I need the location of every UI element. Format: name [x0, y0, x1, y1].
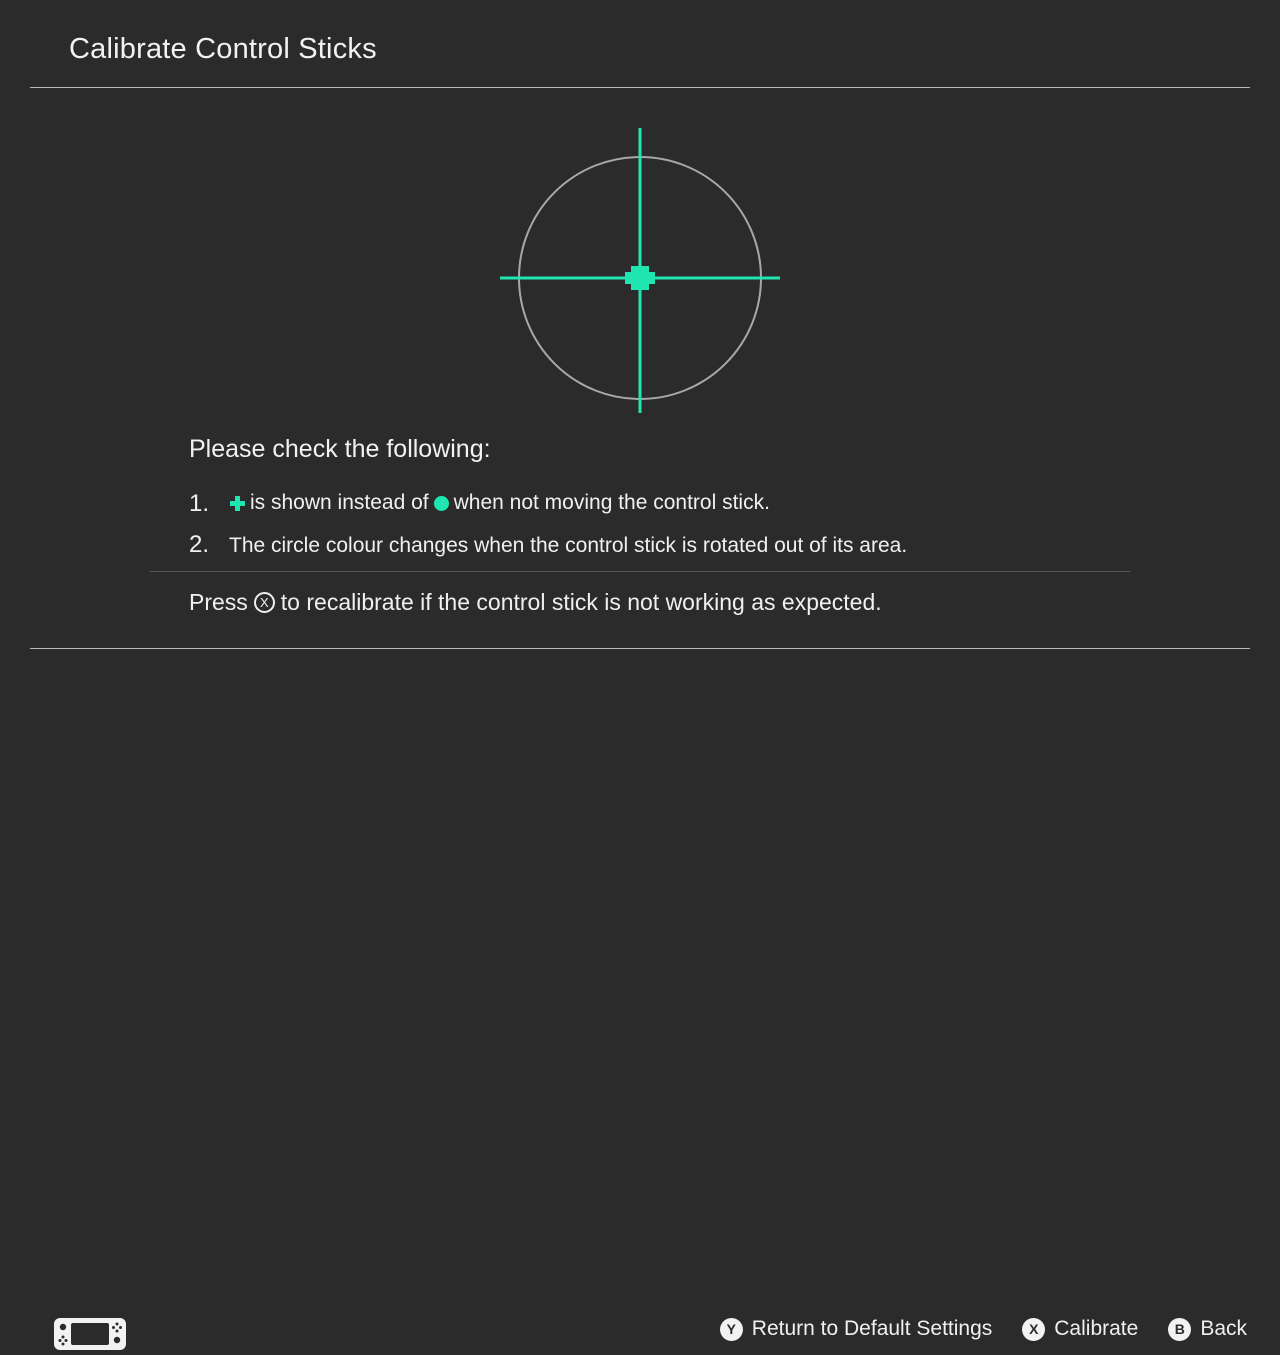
list-item-mid-text: is shown instead of — [250, 491, 429, 514]
x-button-letter: X — [259, 595, 269, 610]
instructions-list: 1. is shown instead of when not moving t… — [189, 482, 1089, 566]
list-item: 1. is shown instead of when not moving t… — [189, 482, 1089, 524]
hint-back[interactable]: B Back — [1168, 1317, 1247, 1341]
stick-graphic — [500, 128, 780, 413]
hint-return-to-default-settings[interactable]: Y Return to Default Settings — [719, 1317, 993, 1341]
plus-icon — [230, 495, 245, 511]
instructions-divider — [150, 571, 1130, 572]
b-button-icon: B — [1168, 1317, 1192, 1341]
hint-label: Calibrate — [1054, 1317, 1139, 1340]
instructions-heading: Please check the following: — [189, 435, 491, 463]
header: Calibrate Control Sticks — [0, 0, 1280, 88]
footer-bar: Y Return to Default Settings X Calibrate… — [0, 649, 1280, 1350]
x-button-icon: X — [1022, 1317, 1046, 1341]
list-item-text: The circle colour changes when the contr… — [229, 525, 907, 567]
recalibrate-note: Press X to recalibrate if the control st… — [189, 589, 882, 616]
dot-icon — [433, 495, 449, 511]
stick-position-plus-icon — [625, 266, 655, 290]
recalibrate-suffix: to recalibrate if the control stick is n… — [280, 589, 882, 615]
x-button-icon: X — [253, 592, 275, 613]
list-item-number: 1. — [189, 489, 210, 517]
y-button-icon: Y — [719, 1317, 743, 1341]
footer-button-hints: Y Return to Default Settings X Calibrate… — [719, 1317, 1247, 1341]
switch-console-icon — [54, 1318, 126, 1355]
list-item-post-text: when not moving the control stick. — [453, 491, 770, 514]
list-item-number: 2. — [189, 531, 210, 558]
hint-calibrate[interactable]: X Calibrate — [1022, 1317, 1138, 1341]
recalibrate-prefix: Press — [189, 589, 248, 615]
list-item-body: The circle colour changes when the contr… — [229, 534, 908, 557]
page-title: Calibrate Control Sticks — [69, 33, 377, 65]
control-stick-visualizer — [0, 110, 1280, 420]
header-divider — [30, 87, 1250, 88]
hint-label: Back — [1200, 1317, 1247, 1340]
list-item-text: is shown instead of when not moving the … — [229, 482, 770, 524]
list-item: 2. The circle colour changes when the co… — [189, 524, 1089, 566]
hint-label: Return to Default Settings — [751, 1317, 993, 1340]
